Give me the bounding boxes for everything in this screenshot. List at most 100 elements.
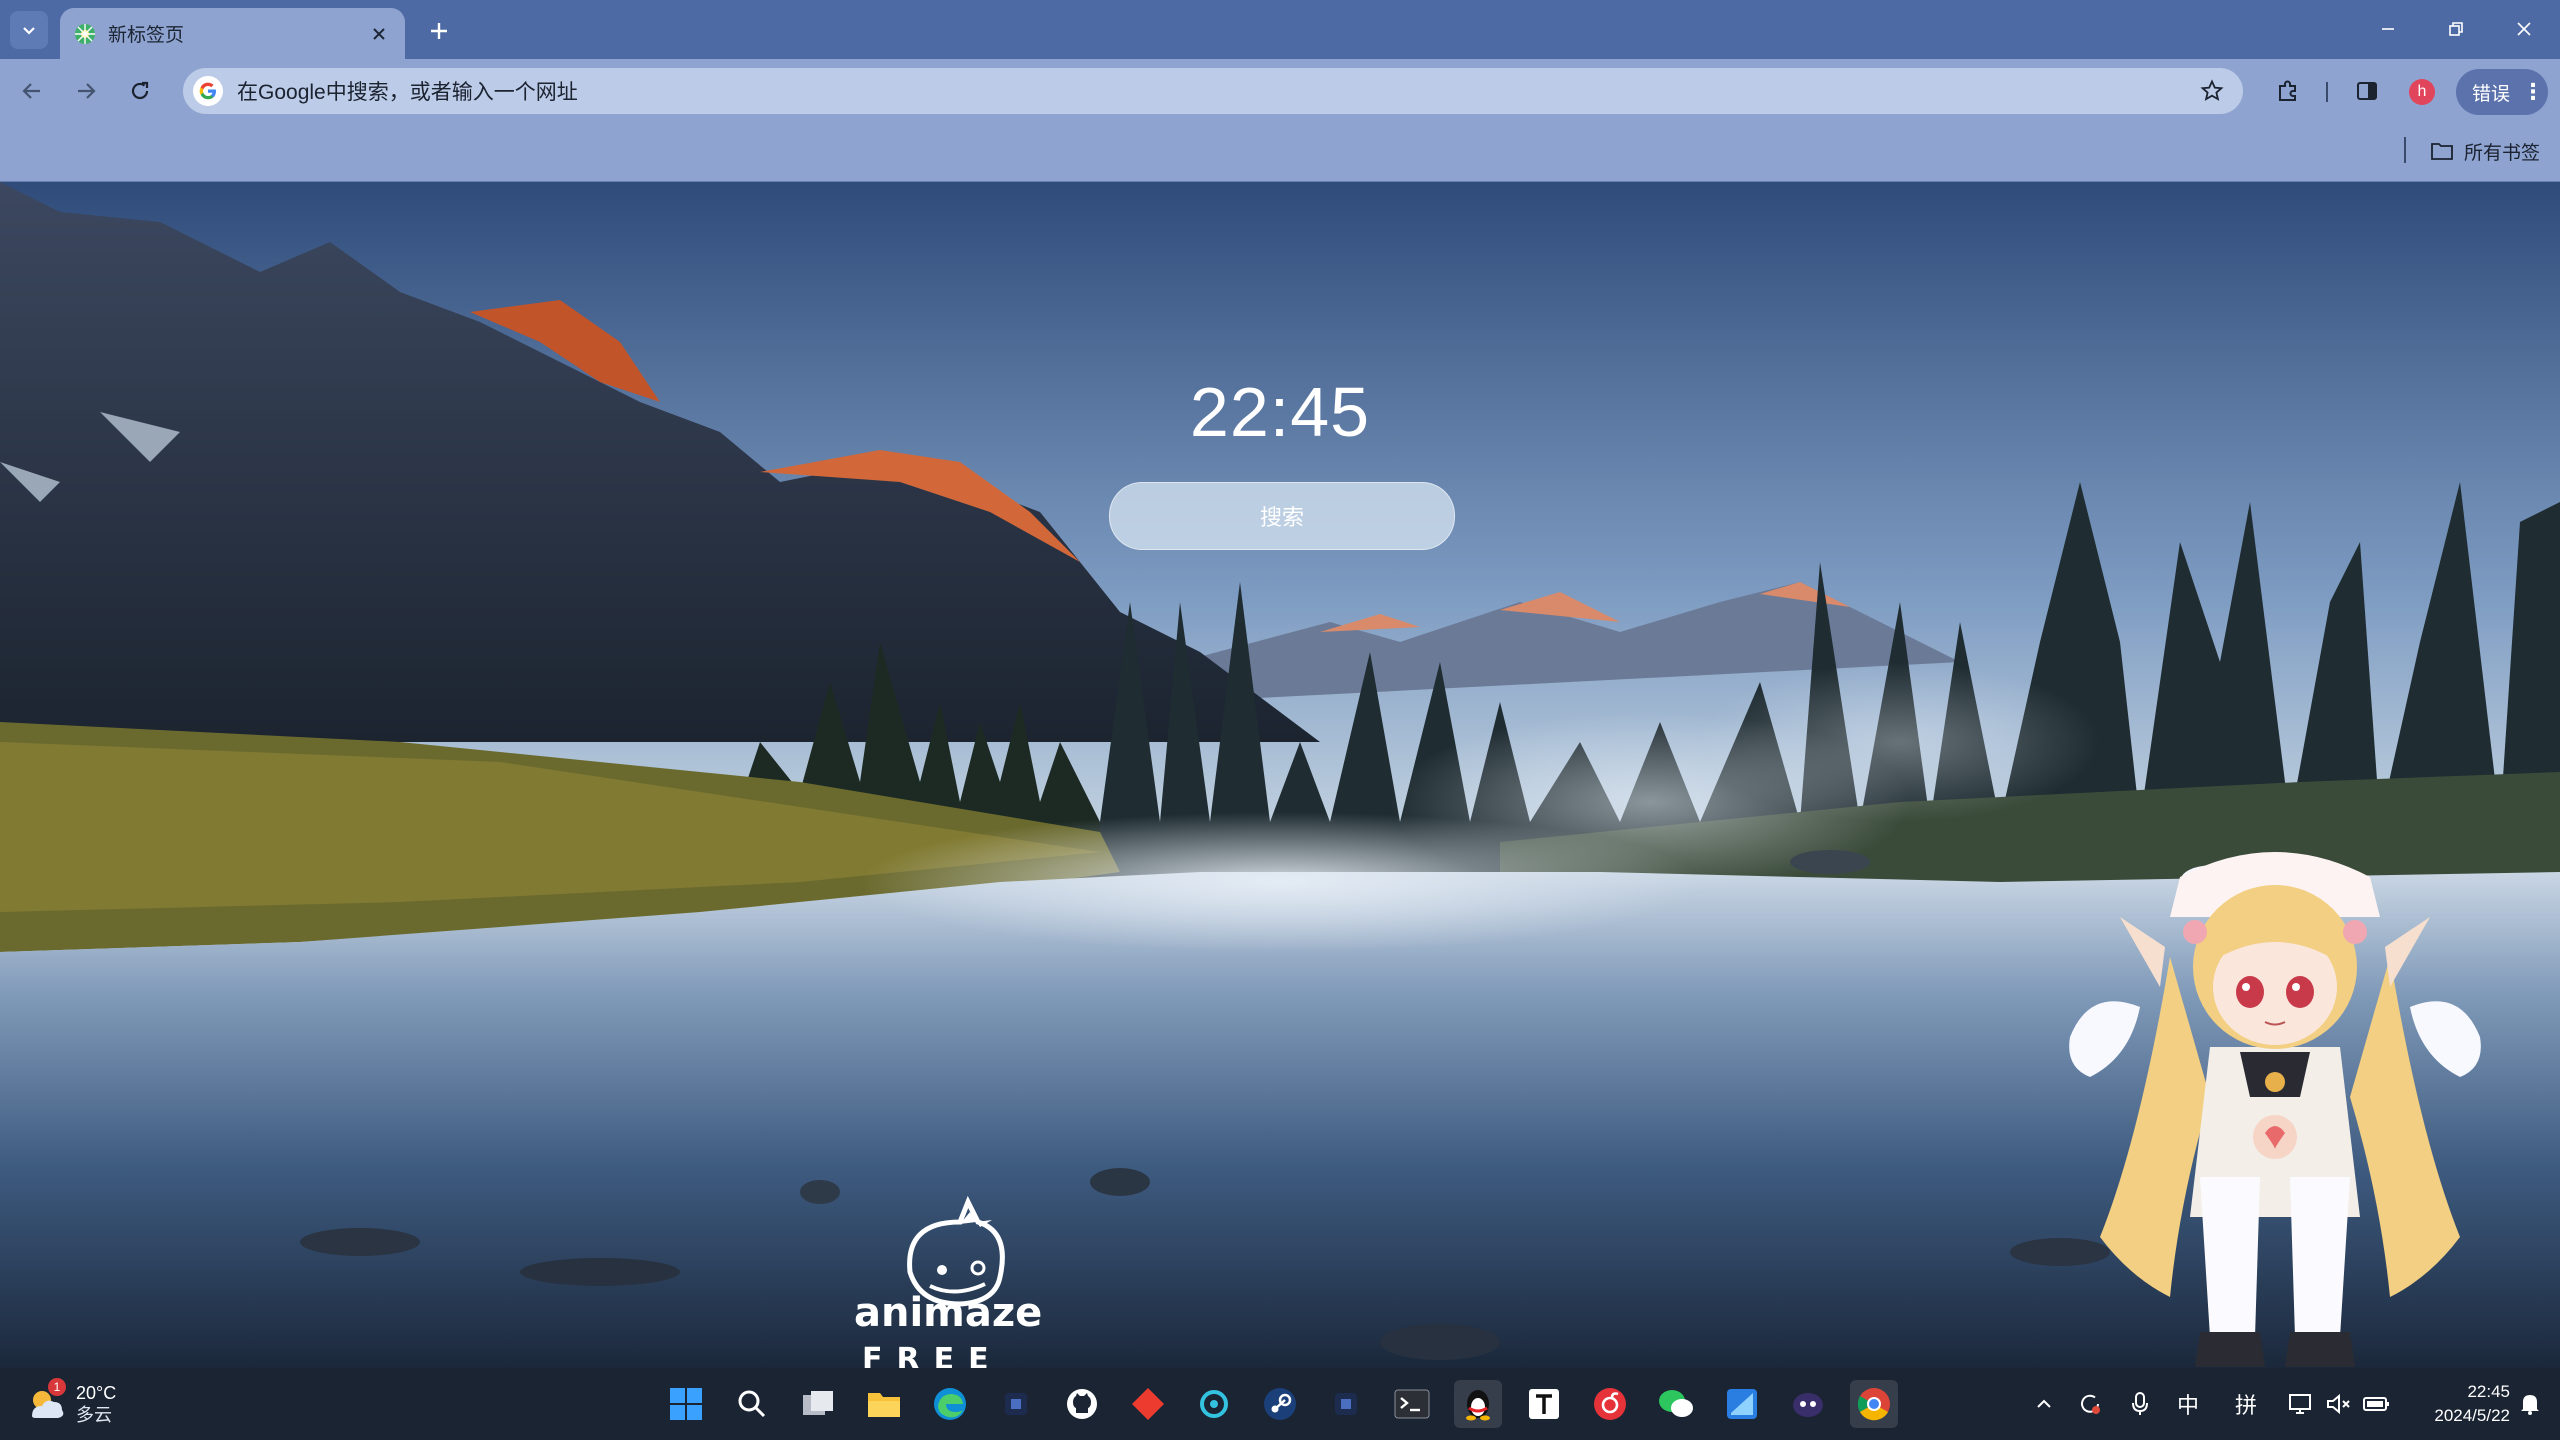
pinned-app-button[interactable] [1322,1380,1370,1428]
bookmarks-bar: 所有书签 [0,121,2560,182]
error-menu-button[interactable]: 错误 ⋮ [2456,69,2548,115]
system-time: 22:45 [2467,1382,2510,1401]
minimize-icon [2382,28,2394,30]
address-bar[interactable]: 在Google中搜索，或者输入一个网址 [183,68,2243,114]
pinned-app-button[interactable] [1124,1380,1172,1428]
extensions-button[interactable] [2270,73,2306,109]
forward-button[interactable] [68,73,104,109]
search-icon [738,1390,766,1418]
pinned-app-button[interactable] [1718,1380,1766,1428]
qq-button[interactable] [1454,1380,1502,1428]
animaze-logo-text: animaze [854,1290,1043,1336]
side-panel-icon [2357,82,2377,100]
file-explorer-button[interactable] [860,1380,908,1428]
windows-logo-icon [670,1388,702,1420]
back-button[interactable] [14,73,50,109]
system-clock[interactable]: 22:45 2024/5/22 [2400,1380,2510,1428]
arrow-right-icon [78,83,96,99]
github-button[interactable] [1058,1380,1106,1428]
bookmark-star-icon[interactable] [2195,74,2229,108]
volume-tray-icon[interactable] [2322,1388,2354,1420]
ime-language-indicator[interactable]: 中 [2172,1388,2204,1420]
pinned-app-button[interactable] [1784,1380,1832,1428]
clock-display: 22:45 [1189,373,1371,451]
weather-icon: 1 [24,1378,68,1426]
more-vert-icon: ⋮ [2522,79,2545,104]
puzzle-icon [2279,80,2296,101]
wechat-button[interactable] [1652,1380,1700,1428]
weather-widget[interactable]: 1 20°C 多云 [24,1378,116,1430]
chrome-icon [1857,1388,1890,1421]
tray-overflow-button[interactable] [2028,1388,2060,1420]
taskbar-search-button[interactable] [728,1380,776,1428]
close-tab-icon[interactable] [365,20,393,48]
netease-music-button[interactable] [1586,1380,1634,1428]
sync-icon [2081,1394,2100,1414]
bell-icon [2521,1395,2539,1415]
terminal-icon [1394,1389,1430,1419]
new-tab-button[interactable] [422,14,456,48]
typora-button[interactable] [1520,1380,1568,1428]
weather-temperature: 20°C [76,1383,117,1403]
edge-browser-button[interactable] [926,1380,974,1428]
sync-tray-icon[interactable] [2074,1388,2106,1420]
chevron-up-icon [2037,1399,2051,1408]
ime-mode-indicator[interactable]: 拼 [2230,1388,2262,1420]
folder-icon [2431,143,2453,160]
github-icon [1067,1389,1097,1419]
side-panel-button[interactable] [2349,73,2385,109]
restore-button[interactable] [2426,10,2486,48]
profile-avatar[interactable]: h [2409,79,2435,105]
search-button-label: 搜索 [1259,505,1304,530]
typora-icon [1529,1389,1559,1419]
all-bookmarks-label: 所有书签 [2464,142,2541,164]
chevron-down-icon [23,27,35,35]
task-view-icon [803,1391,833,1415]
system-date: 2024/5/22 [2434,1406,2510,1425]
animaze-logo-tagline: FREE [862,1342,1003,1368]
start-button[interactable] [662,1380,710,1428]
battery-tray-icon[interactable] [2360,1388,2392,1420]
tab-search-button[interactable] [10,11,48,49]
pinned-app-button[interactable] [1190,1380,1238,1428]
tab-new-tab[interactable]: 新标签页 [60,8,405,59]
search-button[interactable]: 搜索 [1109,482,1455,550]
pinned-app-button[interactable] [992,1380,1040,1428]
plus-icon [431,23,447,39]
close-icon [2517,22,2531,36]
ring-app-icon [1200,1390,1228,1418]
task-view-button[interactable] [794,1380,842,1428]
minimize-button[interactable] [2358,10,2418,48]
error-label: 错误 [2472,83,2511,105]
chrome-button[interactable] [1850,1380,1898,1428]
new-tab-favicon-icon [75,23,95,44]
weather-alert-badge: 1 [48,1378,66,1396]
wechat-icon [1659,1390,1693,1417]
reload-icon [131,81,149,100]
microphone-tray-icon[interactable] [2124,1388,2156,1420]
netease-music-icon [1594,1388,1626,1420]
qq-penguin-icon [1466,1390,1490,1421]
tab-strip: 新标签页 [0,0,2560,59]
bookmarks-separator [2404,137,2406,163]
network-tray-icon[interactable] [2284,1388,2316,1420]
reload-button[interactable] [122,73,158,109]
network-icon [2289,1394,2311,1414]
arrow-left-icon [22,83,40,99]
animaze-logo [907,1195,1005,1307]
google-icon [193,76,223,106]
anime-avatar-character [2069,852,2481,1367]
browser-toolbar: 在Google中搜索，或者输入一个网址 [0,59,2560,121]
notification-button[interactable] [2514,1388,2546,1420]
app-icon [1727,1389,1757,1419]
close-window-button[interactable] [2494,10,2554,48]
steam-button[interactable] [1256,1380,1304,1428]
steam-icon [1264,1388,1296,1420]
terminal-button[interactable] [1388,1380,1436,1428]
app-icon [1005,1393,1027,1415]
all-bookmarks-button[interactable]: 所有书签 [2430,135,2540,167]
diamond-app-icon [1132,1388,1164,1420]
app-icon [1793,1393,1823,1417]
new-tab-page: 22:45 搜索 animaze FREE [0,182,2560,1368]
edge-icon [934,1388,966,1420]
